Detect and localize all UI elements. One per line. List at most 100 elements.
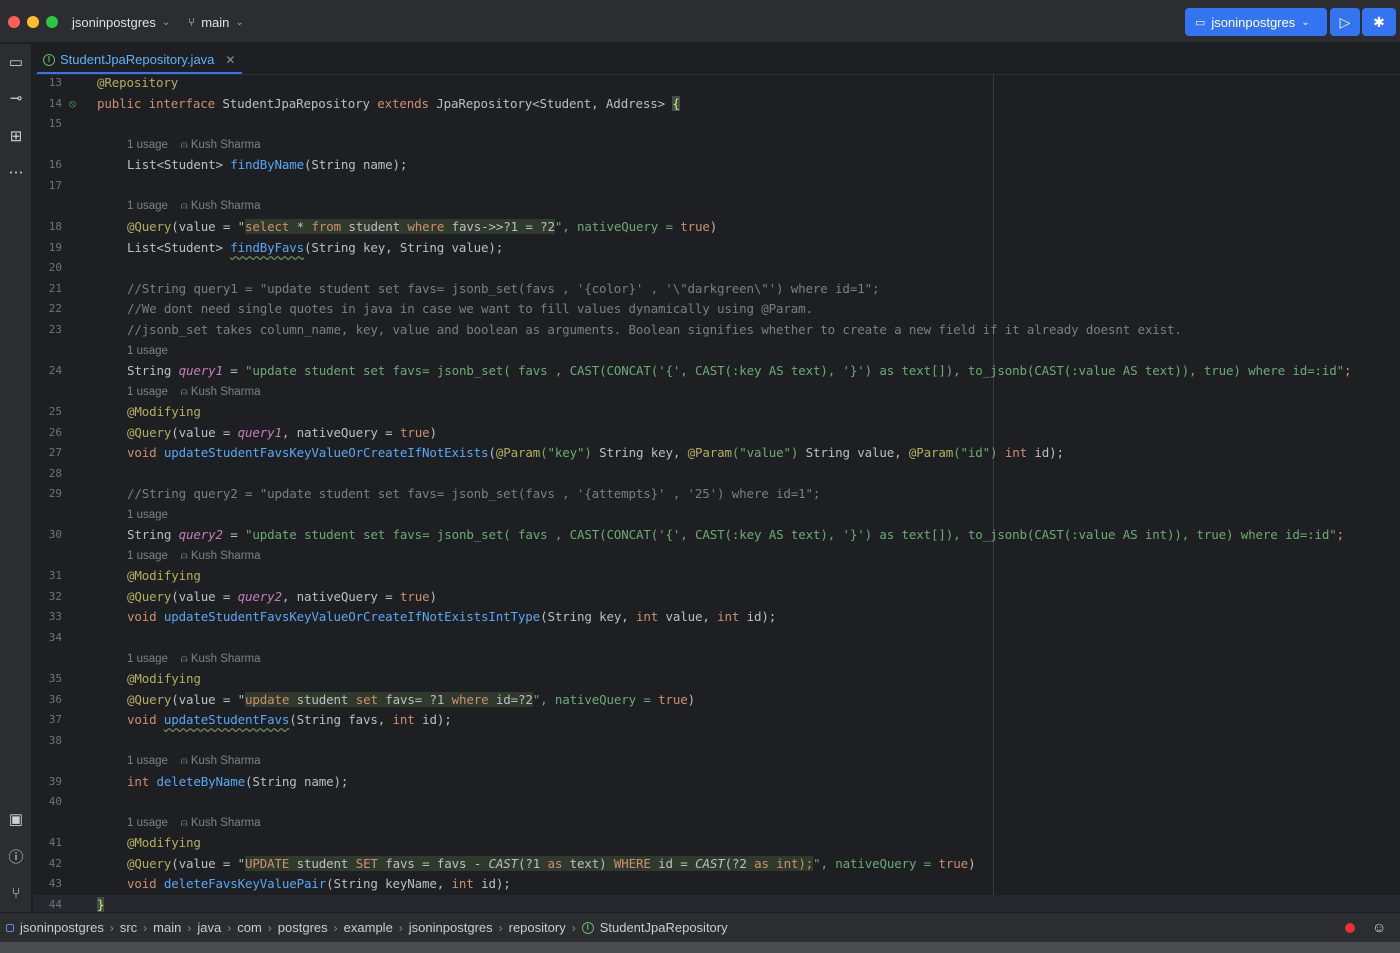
chevron-right-icon: › bbox=[109, 920, 114, 935]
usage-hint[interactable]: 1 usage ⍝ Kush Sharma bbox=[127, 653, 261, 666]
ai-assistant-icon[interactable]: ☺ bbox=[1372, 919, 1386, 935]
chevron-right-icon: › bbox=[187, 920, 192, 935]
person-icon: ⍝ bbox=[180, 139, 188, 151]
usage-hint[interactable]: 1 usage ⍝ Kush Sharma bbox=[127, 139, 261, 152]
line-number: 38 bbox=[48, 734, 62, 747]
chevron-right-icon: › bbox=[267, 920, 272, 935]
branch-icon: ⑂ bbox=[188, 15, 196, 29]
code-text: @Query(value = "update student set favs=… bbox=[127, 692, 696, 707]
tab-student-jpa-repository[interactable]: I StudentJpaRepository.java ✕ bbox=[37, 44, 241, 75]
line-number: 13 bbox=[48, 76, 62, 89]
line-number: 43 bbox=[48, 877, 62, 890]
breadcrumb-item[interactable]: example bbox=[344, 920, 393, 935]
terminal-icon[interactable]: ▣ bbox=[4, 807, 28, 831]
line-number: 28 bbox=[48, 467, 62, 480]
window-bottom-edge bbox=[0, 942, 1400, 953]
usage-hint[interactable]: 1 usage ⍝ Kush Sharma bbox=[127, 550, 261, 563]
code-vision-hint: 1 usage ⍝ Kush Sharma bbox=[33, 135, 1400, 155]
person-icon: ⍝ bbox=[180, 550, 188, 562]
code-text: @Query(value = query1, nativeQuery = tru… bbox=[127, 425, 437, 440]
line-number: 41 bbox=[48, 836, 62, 849]
line-number: 20 bbox=[48, 261, 62, 274]
code-line: 34 bbox=[33, 628, 1400, 648]
code-line: 40 bbox=[33, 792, 1400, 812]
code-text: @Modifying bbox=[127, 404, 201, 419]
close-window-button[interactable] bbox=[8, 16, 20, 28]
run-button[interactable]: ▷ bbox=[1330, 8, 1360, 36]
code-line: 31 @Modifying bbox=[33, 566, 1400, 586]
code-line: 26 @Query(value = query1, nativeQuery = … bbox=[33, 423, 1400, 443]
branch-switcher[interactable]: ⑂ main ⌄ bbox=[188, 13, 244, 31]
breadcrumb-item[interactable]: java bbox=[197, 920, 221, 935]
line-number: 40 bbox=[48, 795, 62, 808]
project-switcher[interactable]: jsoninpostgres ⌄ bbox=[72, 13, 170, 31]
line-number: 33 bbox=[48, 610, 62, 623]
chevron-down-icon: ⌄ bbox=[1301, 16, 1310, 28]
breadcrumb-item[interactable]: jsoninpostgres bbox=[20, 920, 104, 935]
code-text: //We dont need single quotes in java in … bbox=[127, 301, 813, 316]
breadcrumb-item[interactable]: com bbox=[237, 920, 262, 935]
debug-button[interactable]: ✱ bbox=[1362, 8, 1396, 36]
line-number: 21 bbox=[48, 282, 62, 295]
code-text: void updateStudentFavsKeyValueOrCreateIf… bbox=[127, 445, 1064, 460]
breadcrumb-item[interactable]: postgres bbox=[278, 920, 328, 935]
title-bar: jsoninpostgres ⌄ ⑂ main ⌄ ▭ jsoninpostgr… bbox=[0, 0, 1400, 43]
code-line: 30 String query2 = "update student set f… bbox=[33, 525, 1400, 545]
code-line: 28 bbox=[33, 464, 1400, 484]
code-line: 37 void updateStudentFavs(String favs, i… bbox=[33, 710, 1400, 730]
minimize-window-button[interactable] bbox=[27, 16, 39, 28]
run-configuration-selector[interactable]: ▭ jsoninpostgres ⌄ bbox=[1185, 8, 1327, 36]
commit-icon[interactable]: ⊸ bbox=[4, 86, 28, 110]
chevron-right-icon: › bbox=[398, 920, 403, 935]
code-vision-hint: 1 usage ⍝ Kush Sharma bbox=[33, 649, 1400, 669]
code-line: 27 void updateStudentFavsKeyValueOrCreat… bbox=[33, 443, 1400, 463]
code-line: 29 //String query2 = "update student set… bbox=[33, 484, 1400, 504]
usage-hint[interactable]: 1 usage ⍝ Kush Sharma bbox=[127, 755, 261, 768]
person-icon: ⍝ bbox=[180, 653, 188, 665]
code-text: String query1 = "update student set favs… bbox=[127, 363, 1352, 378]
chevron-down-icon: ⌄ bbox=[161, 16, 171, 28]
usage-hint[interactable]: 1 usage ⍝ Kush Sharma bbox=[127, 817, 261, 830]
code-line: 35 @Modifying bbox=[33, 669, 1400, 689]
close-tab-icon[interactable]: ✕ bbox=[225, 53, 235, 67]
code-text: //jsonb_set takes column_name, key, valu… bbox=[127, 322, 1182, 337]
more-icon[interactable]: ⋯ bbox=[4, 160, 28, 184]
code-line: 16 List<Student> findByName(String name)… bbox=[33, 155, 1400, 175]
code-vision-hint: 1 usage ⍝ Kush Sharma bbox=[33, 196, 1400, 216]
usage-hint[interactable]: 1 usage ⍝ Kush Sharma bbox=[127, 386, 261, 399]
breadcrumb-item[interactable]: jsoninpostgres bbox=[409, 920, 493, 935]
implemented-icon[interactable]: ⦸ bbox=[69, 98, 76, 111]
breadcrumb-item[interactable]: main bbox=[153, 920, 181, 935]
active-tab-indicator bbox=[37, 72, 242, 74]
recording-indicator[interactable] bbox=[1345, 923, 1355, 933]
window-icon: ▭ bbox=[1195, 16, 1206, 29]
code-text: @Repository bbox=[97, 75, 179, 90]
maximize-window-button[interactable] bbox=[46, 16, 58, 28]
code-editor[interactable]: 13 @Repository 14 ⦸ public interface Stu… bbox=[33, 75, 1400, 912]
usage-hint[interactable]: 1 usage bbox=[127, 509, 168, 521]
code-vision-hint: 1 usage ⍝ Kush Sharma bbox=[33, 546, 1400, 566]
breadcrumb-item[interactable]: StudentJpaRepository bbox=[600, 920, 728, 935]
person-icon: ⍝ bbox=[180, 200, 188, 212]
folder-icon[interactable]: ▭ bbox=[4, 50, 28, 74]
breadcrumb-item[interactable]: repository bbox=[509, 920, 566, 935]
branch-name: main bbox=[201, 14, 230, 30]
code-vision-hint: 1 usage bbox=[33, 341, 1400, 361]
line-number: 31 bbox=[48, 569, 62, 582]
git-icon[interactable]: ⑂ bbox=[4, 881, 28, 905]
code-line: 43 void deleteFavsKeyValuePair(String ke… bbox=[33, 874, 1400, 894]
line-number: 39 bbox=[48, 775, 62, 788]
code-line: 15 bbox=[33, 114, 1400, 134]
code-line: 21 //String query1 = "update student set… bbox=[33, 279, 1400, 299]
usage-hint[interactable]: 1 usage ⍝ Kush Sharma bbox=[127, 200, 261, 213]
code-text: //String query2 = "update student set fa… bbox=[127, 486, 821, 501]
breadcrumb-item[interactable]: src bbox=[120, 920, 137, 935]
run-config-name: jsoninpostgres bbox=[1211, 14, 1296, 30]
structure-icon[interactable]: ⊞ bbox=[4, 124, 28, 148]
code-text: @Query(value = "UPDATE student SET favs … bbox=[127, 856, 976, 871]
line-number: 29 bbox=[48, 487, 62, 500]
code-vision-hint: 1 usage bbox=[33, 505, 1400, 525]
problems-icon[interactable]: ⓘ bbox=[4, 844, 28, 868]
usage-hint[interactable]: 1 usage bbox=[127, 345, 168, 357]
person-icon: ⍝ bbox=[180, 817, 188, 829]
